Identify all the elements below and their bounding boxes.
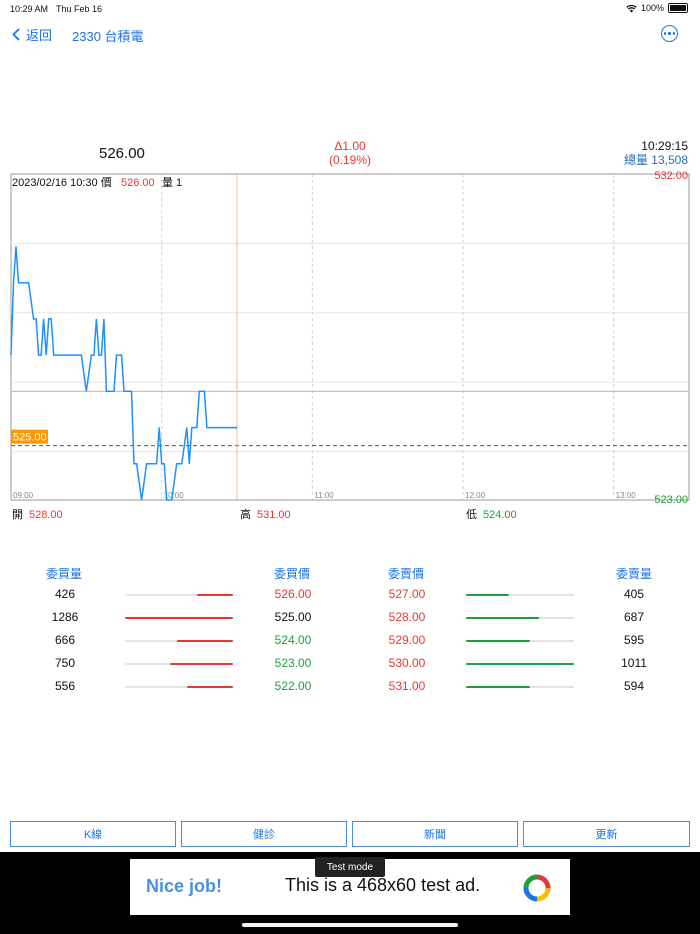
info-price: 526.00 <box>121 177 155 189</box>
ask-volume-bar <box>466 640 574 642</box>
bid-price: 523.00 <box>274 656 312 670</box>
page-title: 2330 台積電 <box>72 29 144 44</box>
nav-bar: 返回 2330 台積電 <box>0 22 700 48</box>
low-value: 524.00 <box>483 509 517 521</box>
bid-volume: 556 <box>54 679 76 693</box>
price-line <box>10 246 237 501</box>
ask-volume: 405 <box>623 587 645 601</box>
ask-volume-bar <box>466 686 574 688</box>
ask-bar-fill <box>466 686 530 688</box>
bid-price: 522.00 <box>274 679 312 693</box>
bid-volume-bar <box>125 663 233 665</box>
ask-price-header: 委賣價 <box>388 567 425 581</box>
low-stat: 低 524.00 <box>466 506 517 522</box>
ask-volume-bar <box>466 663 574 665</box>
battery-icon <box>668 3 688 13</box>
chevron-left-icon <box>12 28 20 41</box>
high-label: 高 <box>240 509 251 521</box>
battery-percent: 100% <box>640 3 664 13</box>
ad-band: Nice job! This is a 468x60 test ad. Test… <box>0 852 700 934</box>
ask-volume-bar <box>466 617 574 619</box>
ad-logo-icon <box>523 874 551 902</box>
bid-volume: 750 <box>54 656 76 670</box>
y-min-label: 523.00 <box>654 494 688 505</box>
status-bar: 10:29 AM Thu Feb 16 100% <box>0 0 700 18</box>
bid-volume-header: 委買量 <box>46 567 83 581</box>
x-tick-label: 11:00 <box>314 491 334 500</box>
order-book-row: 666 524.00 529.00 595 <box>0 633 700 656</box>
wifi-icon <box>626 4 637 12</box>
order-book-row: 426 526.00 527.00 405 <box>0 587 700 610</box>
news-button[interactable]: 新聞 <box>352 821 518 847</box>
high-stat: 高 531.00 <box>240 506 291 522</box>
open-label: 開 <box>12 509 23 521</box>
reference-price-label: 525.00 <box>13 432 47 444</box>
quote-time: 10:29:15 <box>641 139 688 153</box>
ask-volume: 1011 <box>621 656 647 670</box>
x-tick-label: 09:00 <box>13 491 34 500</box>
bid-volume-bar <box>125 617 233 619</box>
bid-price-header: 委買價 <box>274 567 311 581</box>
ask-volume-bar <box>466 594 574 596</box>
ask-bar-fill <box>466 663 574 665</box>
ask-price: 527.00 <box>388 587 426 601</box>
bid-bar-fill <box>186 686 233 688</box>
bid-bar-fill <box>197 594 233 596</box>
y-max-label: 532.00 <box>654 170 688 182</box>
bid-volume-bar <box>125 640 233 642</box>
intraday-chart[interactable]: 09:00 10:00 11:00 12:00 13:00525.00532.00523… <box>0 165 700 505</box>
price-change: Δ1.00 (0.19%) <box>300 139 400 167</box>
bid-price: 524.00 <box>274 633 312 647</box>
open-stat: 開 528.00 <box>12 506 63 522</box>
ask-price: 531.00 <box>388 679 426 693</box>
ad-text: This is a 468x60 test ad. <box>285 875 481 895</box>
bid-bar-fill <box>176 640 233 642</box>
x-tick-label: 13:00 <box>616 491 637 500</box>
open-value: 528.00 <box>29 509 63 521</box>
bid-bar-fill <box>125 617 233 619</box>
bid-bar-fill <box>170 663 233 665</box>
ask-bar-fill <box>466 617 540 619</box>
kline-button[interactable]: K線 <box>10 821 176 847</box>
info-volume: 量 1 <box>162 176 182 189</box>
refresh-button[interactable]: 更新 <box>523 821 690 847</box>
action-buttons: K線 健診 新聞 更新 <box>0 821 700 847</box>
x-tick-label: 12:00 <box>465 491 486 500</box>
status-time: 10:29 AM <box>10 4 49 14</box>
status-date: Thu Feb 16 <box>56 4 103 14</box>
ask-bar-fill <box>466 640 530 642</box>
bid-volume-bar <box>125 594 233 596</box>
back-label: 返回 <box>26 28 53 43</box>
home-indicator <box>242 923 458 927</box>
order-book-row: 556 522.00 531.00 594 <box>0 679 700 702</box>
order-book-row: 750 523.00 530.00 1011 <box>0 656 700 679</box>
bid-volume-bar <box>125 686 233 688</box>
current-price: 526.00 <box>99 145 145 162</box>
order-book-row: 1286 525.00 528.00 687 <box>0 610 700 633</box>
bid-volume: 426 <box>54 587 76 601</box>
bid-price: 525.00 <box>274 610 312 624</box>
ask-volume: 687 <box>623 610 645 624</box>
low-label: 低 <box>466 509 477 521</box>
ad-headline: Nice job! <box>146 876 223 896</box>
ask-price: 529.00 <box>388 633 426 647</box>
ask-price: 530.00 <box>388 656 426 670</box>
status-right: 100% <box>626 3 688 13</box>
ask-bar-fill <box>466 594 510 596</box>
quote-time-volume: 10:29:15 總量 13,508 <box>624 139 688 167</box>
bid-price: 526.00 <box>274 587 312 601</box>
bid-volume: 666 <box>54 633 76 647</box>
ask-price: 528.00 <box>388 610 426 624</box>
info-datetime: 2023/02/16 10:30 價 <box>12 175 112 189</box>
bid-volume: 1286 <box>51 610 79 624</box>
high-value: 531.00 <box>257 509 291 521</box>
back-button[interactable]: 返回 <box>12 25 52 44</box>
more-icon[interactable] <box>661 25 678 42</box>
health-check-button[interactable]: 健診 <box>181 821 347 847</box>
ask-volume-header: 委賣量 <box>616 567 653 581</box>
test-mode-tooltip: Test mode <box>315 857 385 877</box>
ask-volume: 594 <box>623 679 645 693</box>
change-amount: Δ1.00 <box>334 139 366 153</box>
ask-volume: 595 <box>623 633 645 647</box>
